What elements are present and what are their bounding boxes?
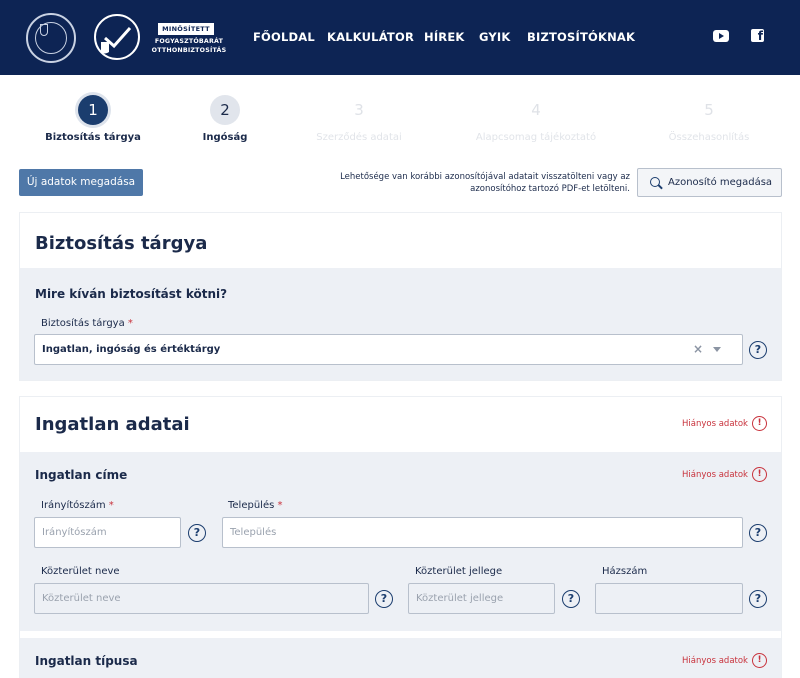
- checkmark-shield-logo-icon[interactable]: [92, 12, 142, 62]
- search-icon: [650, 177, 660, 187]
- step-5-label: Összehasonlítás: [668, 132, 750, 143]
- street-type-input[interactable]: Közterület jellege: [408, 583, 555, 614]
- subject-question: Mire kíván biztosítást kötni?: [35, 287, 228, 301]
- clear-icon[interactable]: ×: [693, 335, 703, 364]
- property-address-panel: Ingatlan címe Hiányos adatok ! Irányítós…: [20, 452, 781, 631]
- required-mark: *: [277, 500, 283, 511]
- step-1-label[interactable]: Biztosítás tárgya: [18, 132, 168, 143]
- zip-input[interactable]: Irányítószám: [34, 517, 181, 548]
- step-1-circle[interactable]: 1: [78, 95, 108, 125]
- subject-select[interactable]: Ingatlan, ingóság és értéktárgy ×: [34, 334, 743, 365]
- property-type-title: Ingatlan típusa: [35, 654, 138, 668]
- enter-id-button[interactable]: Azonosító megadása: [637, 168, 782, 197]
- enter-id-label: Azonosító megadása: [668, 177, 773, 188]
- missing-data-label: Hiányos adatok: [682, 419, 748, 429]
- reload-info-line-1: Lehetősége van korábbi azonosítójával ad…: [340, 172, 630, 182]
- subject-select-value: Ingatlan, ingóság és értéktárgy: [42, 344, 221, 355]
- step-2-label[interactable]: Ingóság: [150, 132, 300, 143]
- reload-info-text: Lehetősége van korábbi azonosítójával ad…: [318, 171, 630, 195]
- program-name: FOGYASZTÓBARÁT OTTHONBIZTOSÍTÁS: [150, 37, 228, 55]
- house-number-input[interactable]: [595, 583, 743, 614]
- insurance-subject-card: Biztosítás tárgya Mire kíván biztosítást…: [19, 212, 782, 381]
- step-4-label: Alapcsomag tájékoztató: [475, 132, 597, 143]
- crest-icon: [40, 24, 48, 36]
- mnb-seal-logo[interactable]: [26, 13, 76, 63]
- step-2-circle[interactable]: 2: [210, 95, 240, 125]
- subject-field-label-text: Biztosítás tárgya: [41, 318, 125, 329]
- property-type-missing-label: Hiányos adatok: [682, 656, 748, 666]
- city-label: Település *: [228, 500, 283, 511]
- nav-for-insurers[interactable]: BIZTOSÍTÓKNAK: [527, 30, 635, 44]
- zip-label: Irányítószám *: [41, 500, 114, 511]
- help-icon[interactable]: ?: [749, 524, 767, 542]
- step-3-label: Szerződés adatai: [316, 132, 402, 143]
- insurance-subject-panel: Mire kíván biztosítást kötni? Biztosítás…: [20, 268, 781, 380]
- new-data-button[interactable]: Új adatok megadása: [19, 169, 143, 196]
- help-icon[interactable]: ?: [562, 590, 580, 608]
- city-input[interactable]: Település: [222, 517, 743, 548]
- help-icon[interactable]: ?: [749, 590, 767, 608]
- zip-label-text: Irányítószám: [41, 500, 106, 511]
- nav-news[interactable]: HÍREK: [424, 30, 465, 44]
- program-name-line-2: OTTHONBIZTOSÍTÁS: [151, 47, 227, 54]
- nav-calculator[interactable]: KALKULÁTOR: [327, 30, 414, 44]
- help-icon[interactable]: ?: [749, 341, 767, 359]
- warning-icon: !: [752, 653, 767, 668]
- program-name-line-1: FOGYASZTÓBARÁT: [154, 38, 224, 45]
- required-mark: *: [127, 318, 133, 329]
- step-4-circle: 4: [521, 95, 551, 125]
- help-icon[interactable]: ?: [188, 524, 206, 542]
- nav-faq[interactable]: GYIK: [479, 30, 511, 44]
- youtube-icon[interactable]: [713, 30, 729, 42]
- subject-field-label: Biztosítás tárgya *: [41, 318, 133, 329]
- insurance-subject-title: Biztosítás tárgya: [35, 233, 208, 254]
- address-missing-label: Hiányos adatok: [682, 470, 748, 480]
- top-header: MINŐSÍTETT FOGYASZTÓBARÁT OTTHONBIZTOSÍT…: [0, 0, 800, 75]
- help-icon[interactable]: ?: [375, 590, 393, 608]
- chevron-down-icon[interactable]: [713, 347, 721, 352]
- nav-home[interactable]: FŐOLDAL: [253, 30, 315, 44]
- property-data-title: Ingatlan adatai: [35, 414, 190, 435]
- certified-badge: MINŐSÍTETT: [158, 23, 214, 35]
- property-type-panel: Ingatlan típusa Hiányos adatok !: [20, 638, 781, 678]
- reload-info-line-2: azonosítóhoz tartozó PDF-et letölteni.: [470, 184, 630, 194]
- address-title: Ingatlan címe: [35, 468, 128, 482]
- property-data-card: Ingatlan adatai Hiányos adatok ! Ingatla…: [19, 396, 782, 678]
- facebook-icon[interactable]: f: [751, 29, 764, 42]
- warning-icon: !: [752, 467, 767, 482]
- warning-icon: !: [752, 416, 767, 431]
- house-number-label: Házszám: [602, 566, 648, 577]
- step-5-circle: 5: [694, 95, 724, 125]
- street-type-label: Közterület jellege: [415, 566, 503, 577]
- city-label-text: Település: [228, 500, 275, 511]
- street-name-label: Közterület neve: [41, 566, 120, 577]
- step-3-circle: 3: [344, 95, 374, 125]
- street-name-input[interactable]: Közterület neve: [34, 583, 369, 614]
- required-mark: *: [108, 500, 114, 511]
